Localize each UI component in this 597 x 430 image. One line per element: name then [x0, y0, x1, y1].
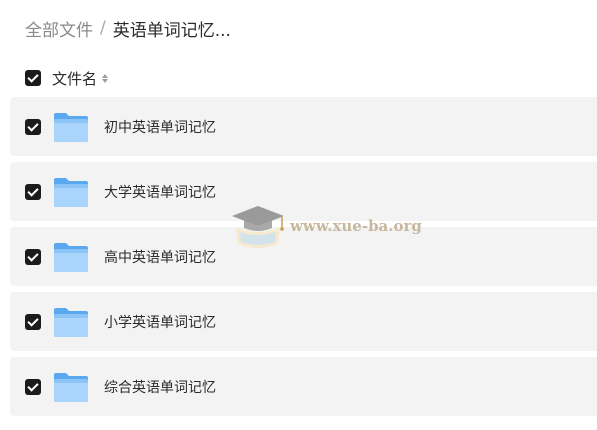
- row-checkbox[interactable]: [25, 118, 41, 135]
- file-list: 初中英语单词记忆 大学英语单词记忆 高中英语单词记忆 小学英语单词记忆 综合英语…: [10, 97, 597, 422]
- file-list-header: 文件名: [25, 67, 109, 89]
- file-name[interactable]: 高中英语单词记忆: [104, 247, 216, 267]
- file-name[interactable]: 大学英语单词记忆: [104, 182, 216, 202]
- row-checkbox[interactable]: [25, 378, 41, 395]
- folder-icon: [54, 177, 88, 207]
- filename-column-header[interactable]: 文件名: [52, 68, 97, 89]
- file-row[interactable]: 大学英语单词记忆: [10, 162, 597, 221]
- file-row[interactable]: 初中英语单词记忆: [10, 97, 597, 156]
- file-name[interactable]: 初中英语单词记忆: [104, 117, 216, 137]
- file-name[interactable]: 综合英语单词记忆: [104, 377, 216, 397]
- folder-icon: [54, 372, 88, 402]
- sort-up-arrow: [102, 73, 109, 78]
- breadcrumb: 全部文件 / 英语单词记忆...: [25, 14, 231, 42]
- breadcrumb-root-link[interactable]: 全部文件: [25, 16, 93, 41]
- file-row[interactable]: 小学英语单词记忆: [10, 292, 597, 351]
- breadcrumb-separator: /: [100, 18, 106, 38]
- row-checkbox[interactable]: [25, 183, 41, 200]
- file-row[interactable]: 高中英语单词记忆: [10, 227, 597, 286]
- file-name[interactable]: 小学英语单词记忆: [104, 312, 216, 332]
- sort-icon[interactable]: [102, 73, 109, 83]
- sort-down-arrow: [102, 78, 109, 83]
- row-checkbox[interactable]: [25, 313, 41, 330]
- breadcrumb-current: 英语单词记忆...: [112, 20, 231, 41]
- folder-icon: [54, 307, 88, 337]
- row-checkbox[interactable]: [25, 248, 41, 265]
- folder-icon: [54, 112, 88, 142]
- folder-icon: [54, 242, 88, 272]
- select-all-checkbox[interactable]: [25, 70, 41, 86]
- file-row[interactable]: 综合英语单词记忆: [10, 357, 597, 416]
